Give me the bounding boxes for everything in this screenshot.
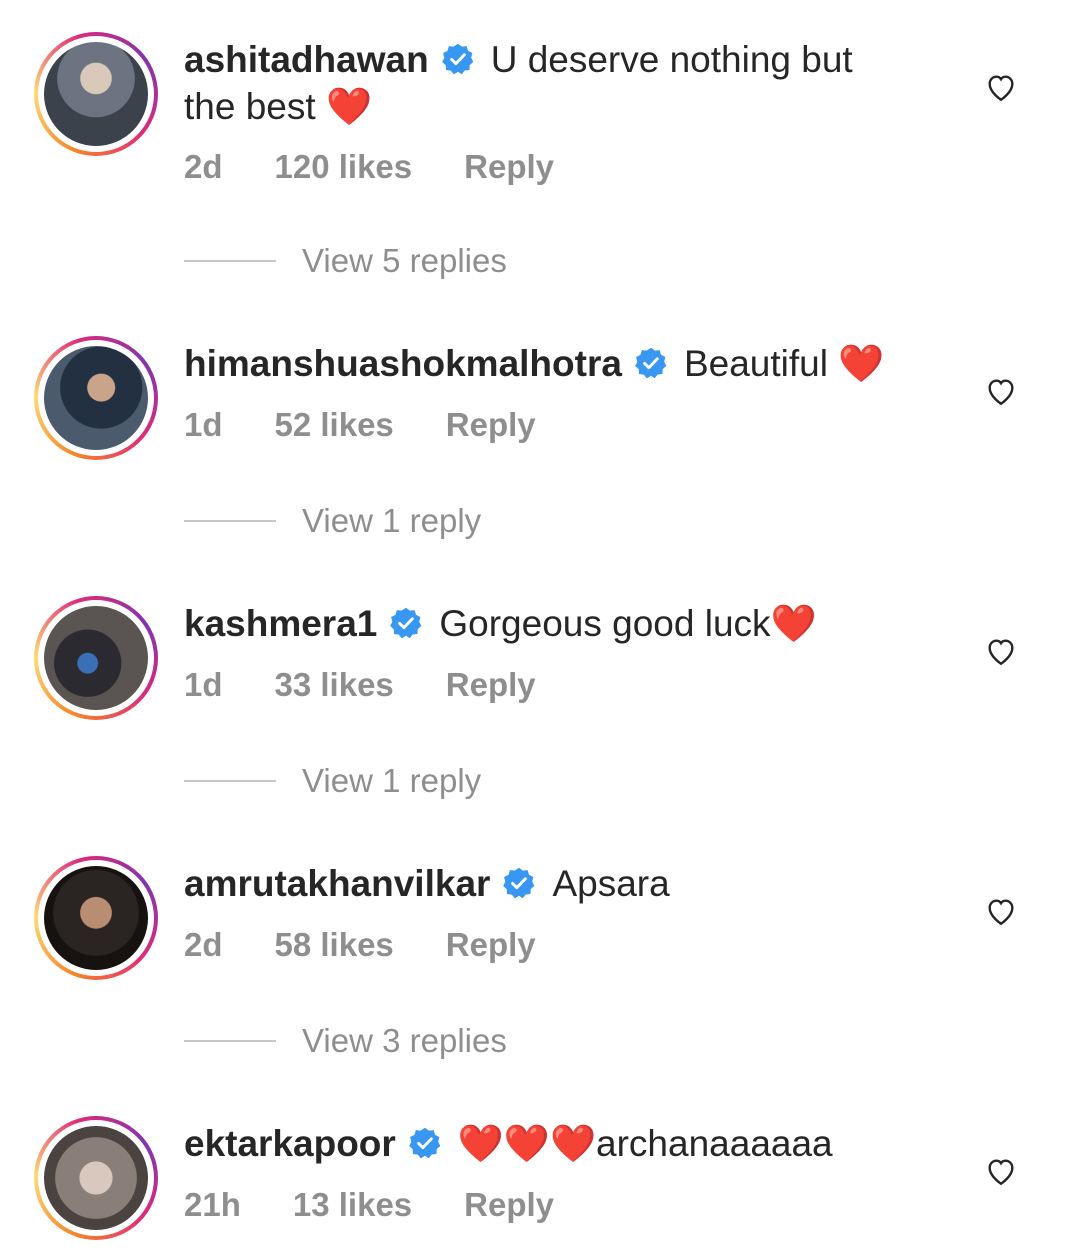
reply-button[interactable]: Reply — [446, 666, 536, 703]
comment-text: himanshuashokmalhotra Beautiful ❤️ — [184, 340, 930, 387]
likes-count[interactable]: 58 likes — [275, 926, 394, 963]
likes-count[interactable]: 120 likes — [275, 148, 413, 185]
heart-emoji: ❤️❤️❤️ — [457, 1123, 597, 1164]
reply-button[interactable]: Reply — [446, 406, 536, 443]
avatar[interactable] — [44, 866, 148, 970]
heart-outline-icon[interactable] — [984, 374, 1018, 408]
username[interactable]: himanshuashokmalhotra — [184, 343, 622, 384]
username[interactable]: kashmera1 — [184, 603, 377, 644]
username[interactable]: ashitadhawan — [184, 39, 429, 80]
verified-badge-icon — [409, 1127, 441, 1159]
likes-count[interactable]: 13 likes — [293, 1186, 412, 1223]
view-replies-button[interactable]: View 5 replies — [184, 242, 507, 280]
comment-body-cont: the best — [184, 86, 326, 127]
reply-button[interactable]: Reply — [446, 926, 536, 963]
comment-meta: 2d 58 likes Reply — [184, 926, 588, 964]
avatar[interactable] — [44, 42, 148, 146]
verified-badge-icon — [635, 347, 667, 379]
story-ring[interactable] — [34, 596, 158, 720]
comment-time: 1d — [184, 406, 223, 443]
verified-badge-icon — [390, 607, 422, 639]
divider-line — [184, 520, 276, 522]
divider-line — [184, 1040, 276, 1042]
comment-meta: 1d 33 likes Reply — [184, 666, 588, 704]
verified-badge-icon — [441, 43, 473, 75]
view-replies-button[interactable]: View 1 reply — [184, 762, 481, 800]
divider-line — [184, 260, 276, 262]
reply-button[interactable]: Reply — [464, 1186, 554, 1223]
username[interactable]: ektarkapoor — [184, 1123, 396, 1164]
username[interactable]: amrutakhanvilkar — [184, 863, 490, 904]
view-replies-label: View 1 reply — [302, 502, 482, 539]
heart-outline-icon[interactable] — [984, 634, 1018, 668]
heart-emoji: ❤️ — [325, 86, 373, 127]
comment-body: Apsara — [552, 863, 670, 904]
likes-count[interactable]: 33 likes — [275, 666, 394, 703]
comment-time: 2d — [184, 148, 223, 185]
view-replies-label: View 1 reply — [302, 762, 482, 799]
comment-body: U deserve nothing but — [490, 39, 853, 80]
avatar[interactable] — [44, 1126, 148, 1230]
avatar[interactable] — [44, 346, 148, 450]
view-replies-label: View 3 replies — [302, 1022, 507, 1059]
view-replies-button[interactable]: View 3 replies — [184, 1022, 507, 1060]
heart-outline-icon[interactable] — [984, 70, 1018, 104]
divider-line — [184, 780, 276, 782]
comment-meta: 1d 52 likes Reply — [184, 406, 588, 444]
comment-text: ektarkapoor ❤️❤️❤️archanaaaaaa — [184, 1120, 930, 1167]
story-ring[interactable] — [34, 1116, 158, 1240]
verified-badge-icon — [503, 867, 535, 899]
comment-body: archanaaaaaa — [596, 1123, 833, 1164]
view-replies-button[interactable]: View 1 reply — [184, 502, 481, 540]
story-ring[interactable] — [34, 32, 158, 156]
heart-emoji: ❤️ — [770, 603, 817, 644]
heart-emoji: ❤️ — [838, 343, 885, 384]
avatar[interactable] — [44, 606, 148, 710]
reply-button[interactable]: Reply — [464, 148, 554, 185]
heart-outline-icon[interactable] — [984, 1154, 1018, 1188]
story-ring[interactable] — [34, 336, 158, 460]
likes-count[interactable]: 52 likes — [275, 406, 394, 443]
heart-outline-icon[interactable] — [984, 894, 1018, 928]
story-ring[interactable] — [34, 856, 158, 980]
comment-time: 2d — [184, 926, 223, 963]
comment-body: Beautiful — [683, 343, 839, 384]
comment-time: 1d — [184, 666, 223, 703]
comment-body: Gorgeous good luck — [439, 603, 771, 644]
comment-text: kashmera1 Gorgeous good luck❤️ — [184, 600, 930, 647]
comment-text: amrutakhanvilkar Apsara — [184, 860, 930, 907]
comment-meta: 2d 120 likes Reply — [184, 148, 606, 186]
comment-text: ashitadhawan U deserve nothing but the be… — [184, 36, 930, 130]
comment-time: 21h — [184, 1186, 241, 1223]
comment-meta: 21h 13 likes Reply — [184, 1186, 606, 1224]
view-replies-label: View 5 replies — [302, 242, 507, 279]
